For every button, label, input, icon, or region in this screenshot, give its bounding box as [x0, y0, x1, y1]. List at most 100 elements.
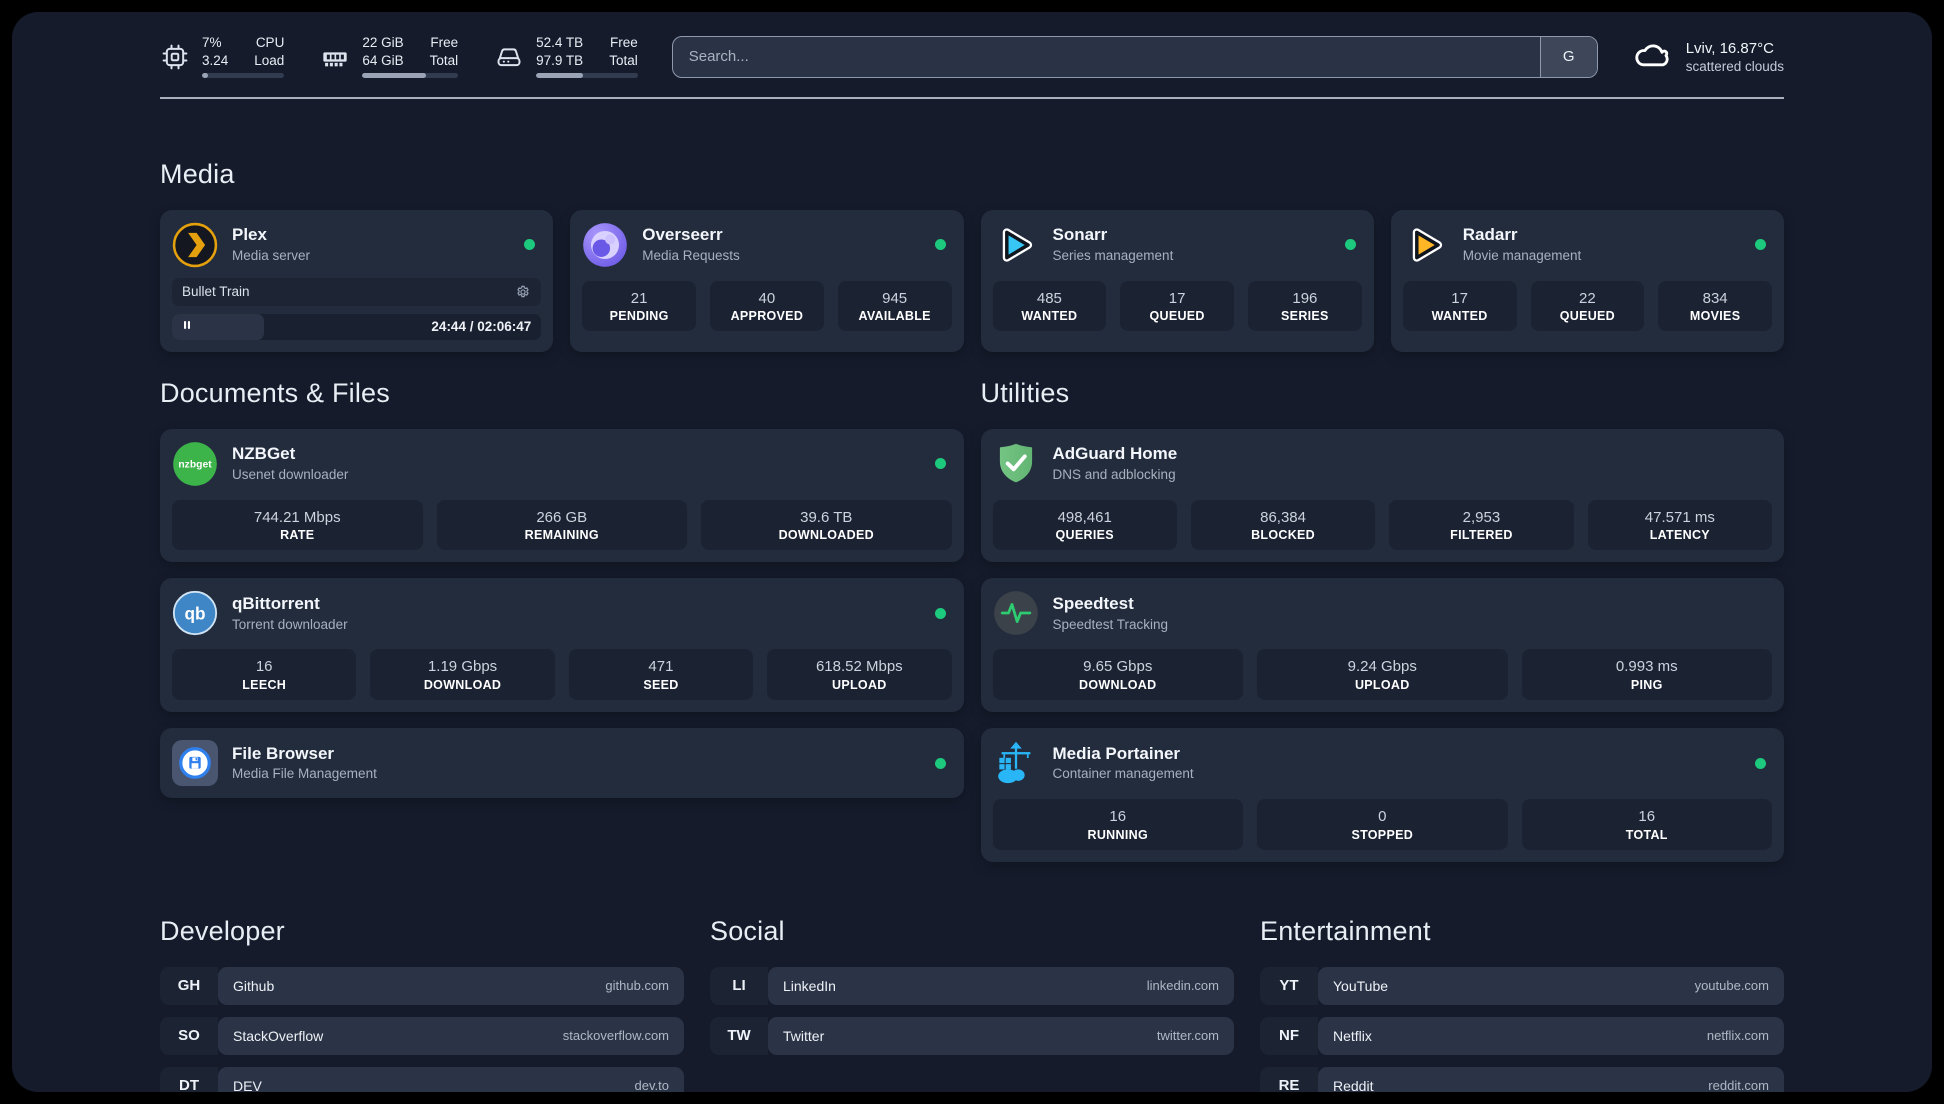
stat-value: 17	[1451, 289, 1468, 307]
stat-tile-download: 1.19 Gbps DOWNLOAD	[370, 649, 555, 700]
app-card-adguard-home[interactable]: AdGuard Home DNS and adblocking 498,461 QUE…	[980, 428, 1784, 563]
stat-label: DOWNLOADED	[778, 528, 874, 543]
card-header: AdGuard Home DNS and adblocking	[993, 441, 1773, 487]
stat-value: 834	[1702, 289, 1728, 307]
section-social: Social LI LinkedIn linkedin.com TW Twitter tw…	[710, 916, 1234, 1055]
app-title: Plex	[232, 225, 267, 245]
app-card-plex[interactable]: Plex Media server Bullet Train 24:44 / 02:0…	[160, 209, 554, 352]
bookmark-pill: Github github.com	[218, 966, 684, 1005]
stat-label: BLOCKED	[1251, 528, 1316, 543]
stat-tile-latency: 47.571 ms LATENCY	[1587, 499, 1772, 551]
bookmark-linkedin[interactable]: LI LinkedIn linkedin.com	[710, 966, 1234, 1005]
stat-label: SEED	[643, 678, 679, 692]
disk-icon	[494, 42, 524, 72]
header-divider	[160, 97, 1784, 99]
app-card-file-browser[interactable]: File Browser Media File Management	[160, 728, 964, 798]
stat-tile-upload: 9.24 Gbps UPLOAD	[1257, 649, 1508, 700]
app-subtitle: Usenet downloader	[232, 466, 349, 482]
stat-values: 22 GiB 64 GiB	[362, 34, 404, 68]
card-stats-row: 21 PENDING 40 APPROVED 945 AVAILABLE	[582, 280, 952, 332]
app-title: Media Portainer	[1052, 743, 1181, 763]
stat-tile-seed: 471 SEED	[568, 649, 754, 700]
radarr-icon	[1403, 222, 1449, 268]
bookmark-abbr: RE	[1260, 1066, 1318, 1092]
bookmark-abbr: LI	[710, 966, 768, 1005]
stat-tile-leech: 16 LEECH	[172, 649, 357, 700]
status-dot-online	[1344, 239, 1356, 250]
section-title-utilities: Utilities	[980, 377, 1070, 408]
app-card-nzbget[interactable]: nzbget NZBGet Usenet downloader 744.21 Mbps…	[160, 428, 964, 563]
player-progress-bar[interactable]: 24:44 / 02:06:47	[172, 313, 542, 340]
bookmark-url: twitter.com	[1156, 1028, 1219, 1044]
bookmark-twitter[interactable]: TW Twitter twitter.com	[710, 1016, 1234, 1055]
app-card-radarr[interactable]: Radarr Movie management 17 WANTED 22 QUEUED 83…	[1390, 209, 1784, 352]
bookmark-youtube[interactable]: YT YouTube youtube.com	[1260, 966, 1784, 1005]
stat-label: DOWNLOAD	[1079, 678, 1157, 692]
bookmark-netflix[interactable]: NF Netflix netflix.com	[1260, 1016, 1784, 1055]
bookmark-stackoverflow[interactable]: SO StackOverflow stackoverflow.com	[160, 1016, 684, 1055]
bookmark-url: dev.to	[634, 1078, 669, 1092]
qbittorrent-icon: qb	[172, 590, 218, 636]
bookmark-dev[interactable]: DT DEV dev.to	[160, 1066, 684, 1092]
stat-tile-wanted: 485 WANTED	[992, 280, 1107, 332]
bookmark-url: reddit.com	[1708, 1078, 1769, 1092]
stat-tile-wanted: 17 WANTED	[1402, 280, 1517, 332]
stat-label: WANTED	[1021, 309, 1078, 324]
app-card-overseerr[interactable]: Overseerr Media Requests 21 PENDING 40 APPROV…	[570, 209, 964, 352]
stat-label: LEECH	[242, 678, 287, 692]
search-input[interactable]	[671, 35, 1598, 78]
bookmark-name: Reddit	[1333, 1077, 1374, 1092]
app-card-qbittorrent[interactable]: qb qBittorrent Torrent downloader 16 LEECH 1.…	[160, 578, 964, 712]
status-dot-online	[1755, 757, 1766, 769]
gear-icon[interactable]	[515, 284, 531, 300]
documents-cards: nzbget NZBGet Usenet downloader 744.21 Mbps…	[160, 428, 964, 798]
bookmark-url: github.com	[605, 978, 669, 994]
weather-widget: Lviv, 16.87°C scattered clouds	[1632, 34, 1784, 79]
weather-location-temp: Lviv, 16.87°C	[1685, 39, 1774, 57]
stat-value: 16	[255, 658, 273, 676]
app-title: Sonarr	[1052, 225, 1108, 245]
stat-value: 39.6 TB	[800, 508, 853, 526]
stat-tile-available: 945 AVAILABLE	[837, 280, 952, 332]
bookmark-github[interactable]: GH Github github.com	[160, 966, 684, 1005]
stat-tile-stopped: 0 STOPPED	[1257, 799, 1508, 850]
bookmark-reddit[interactable]: RE Reddit reddit.com	[1260, 1066, 1784, 1092]
search-engine-button[interactable]: G	[1539, 36, 1597, 77]
app-title: Overseerr	[642, 225, 723, 245]
stat-value: 47.571 ms	[1644, 508, 1715, 526]
weather-condition: scattered clouds	[1685, 58, 1784, 74]
stat-label: QUEUED	[1149, 309, 1205, 324]
status-dot-online	[934, 757, 946, 769]
stat-progress-fill	[536, 73, 583, 79]
app-subtitle: Media File Management	[232, 766, 377, 782]
section-title-social: Social	[710, 915, 785, 946]
bookmark-pill: DEV dev.to	[218, 1066, 684, 1092]
bookmark-pill: YouTube youtube.com	[1318, 966, 1784, 1005]
stat-value: 498,461	[1057, 508, 1112, 526]
card-header: Sonarr Series management	[993, 222, 1362, 268]
app-card-speedtest[interactable]: Speedtest Speedtest Tracking 9.65 Gbps DOWN…	[980, 578, 1784, 712]
filebrowser-icon	[172, 740, 218, 786]
stat-value: 16	[1109, 808, 1127, 825]
app-subtitle: Movie management	[1462, 247, 1582, 263]
stat-value: 21	[630, 289, 648, 307]
stat-progress-track	[362, 73, 459, 79]
app-card-media-portainer[interactable]: Media Portainer Container management 16 RUN…	[980, 728, 1784, 862]
bookmark-abbr: NF	[1260, 1016, 1318, 1055]
stat-progress-fill	[362, 73, 426, 79]
player-progress-fill	[172, 313, 265, 340]
stat-label: RUNNING	[1087, 827, 1148, 842]
svg-text:qb: qb	[184, 604, 205, 624]
bookmark-name: Netflix	[1333, 1027, 1372, 1044]
card-header: qb qBittorrent Torrent downloader	[172, 590, 952, 636]
stat-tile-downloaded: 39.6 TB DOWNLOADED	[701, 499, 952, 551]
system-stat-free: 22 GiB 64 GiB Free Total	[320, 34, 459, 79]
stat-tile-queued: 17 QUEUED	[1120, 280, 1234, 332]
sonarr-icon	[993, 222, 1039, 268]
stat-value: 2,953	[1462, 508, 1501, 526]
card-stats-row: 16 LEECH 1.19 Gbps DOWNLOAD 471 SEED 618.52 Mb…	[172, 649, 952, 700]
card-header: File Browser Media File Management	[172, 740, 952, 786]
status-dot-online	[934, 239, 946, 250]
pause-icon[interactable]	[181, 318, 193, 336]
app-card-sonarr[interactable]: Sonarr Series management 485 WANTED 17 QUEUED…	[980, 209, 1374, 352]
